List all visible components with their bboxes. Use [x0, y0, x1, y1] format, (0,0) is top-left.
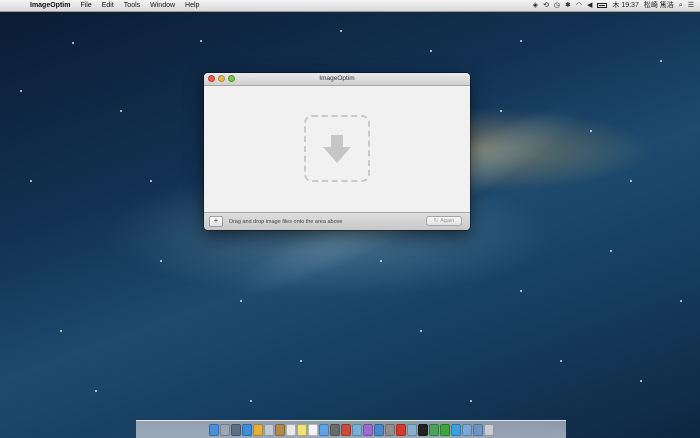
facetime-icon[interactable] [329, 424, 340, 436]
again-button[interactable]: ↻ Again [426, 216, 462, 226]
window-titlebar[interactable]: ImageOptim [204, 73, 470, 86]
dropbox-icon[interactable]: ◈ [533, 0, 538, 11]
drop-hint-text: Drag and drop image files onto the area … [229, 218, 343, 225]
wifi-icon[interactable]: ◠ [576, 0, 582, 11]
menu-file[interactable]: File [75, 2, 96, 9]
star [560, 360, 562, 362]
mission-control-icon[interactable] [230, 424, 241, 436]
star [120, 110, 122, 112]
terminal-icon[interactable] [417, 424, 428, 436]
volume-icon[interactable]: ◀ [587, 0, 592, 11]
star [250, 400, 252, 402]
star [430, 50, 432, 52]
safari-icon[interactable] [241, 424, 252, 436]
menu-edit[interactable]: Edit [97, 2, 119, 9]
messages-icon[interactable] [318, 424, 329, 436]
folder-icon[interactable] [461, 424, 472, 436]
star [500, 110, 502, 112]
refresh-icon: ↻ [433, 218, 439, 224]
zoom-button[interactable] [228, 75, 235, 82]
minimize-button[interactable] [218, 75, 225, 82]
star [680, 300, 682, 302]
imageoptim-window: ImageOptim + Drag and drop image files o… [204, 73, 470, 230]
star [420, 330, 422, 332]
star [30, 180, 32, 182]
window-controls [208, 75, 235, 82]
star [520, 40, 522, 42]
star [590, 130, 592, 132]
menu-bar: ImageOptim File Edit Tools Window Help ◈… [0, 0, 700, 12]
star [200, 40, 202, 42]
user-name[interactable]: 松崎 篤浩 [644, 0, 674, 11]
clock[interactable]: 木 19:37 [612, 0, 638, 11]
again-label: Again [440, 218, 455, 224]
contacts-icon[interactable] [274, 424, 285, 436]
reminders-icon[interactable] [307, 424, 318, 436]
trash-icon[interactable] [483, 424, 494, 436]
itunes-icon[interactable] [362, 424, 373, 436]
iphoto-icon[interactable] [351, 424, 362, 436]
bluetooth-icon[interactable]: ✱ [565, 0, 571, 11]
star [520, 290, 522, 292]
preview-icon[interactable] [406, 424, 417, 436]
star [95, 390, 97, 392]
time-machine-icon[interactable]: ◷ [554, 0, 560, 11]
activity-monitor-icon[interactable] [428, 424, 439, 436]
system-preferences-icon[interactable] [384, 424, 395, 436]
menu-tools[interactable]: Tools [119, 2, 145, 9]
app-store-icon[interactable] [373, 424, 384, 436]
star [72, 42, 74, 44]
star [240, 300, 242, 302]
star [60, 330, 62, 332]
status-area: ◈ ⟲ ◷ ✱ ◠ ◀ 木 19:37 松崎 篤浩 ⌕ ☰ [533, 0, 694, 11]
calendar-icon[interactable] [285, 424, 296, 436]
drop-area[interactable] [204, 86, 470, 213]
star [20, 90, 22, 92]
window-title: ImageOptim [319, 75, 355, 82]
spotlight-search-icon[interactable]: ⌕ [679, 0, 683, 11]
menu-window[interactable]: Window [145, 2, 180, 9]
menu-imageoptim[interactable]: ImageOptim [20, 2, 75, 9]
mail-icon[interactable] [263, 424, 274, 436]
close-button[interactable] [208, 75, 215, 82]
window-footer: + Drag and drop image files onto the are… [204, 212, 470, 230]
star [660, 60, 662, 62]
star [340, 30, 342, 32]
sync-icon[interactable]: ⟲ [543, 0, 549, 11]
add-files-button[interactable]: + [209, 216, 223, 227]
battery-icon[interactable] [597, 3, 608, 8]
launchpad-icon[interactable] [219, 424, 230, 436]
star [160, 260, 162, 262]
drop-target[interactable] [304, 115, 370, 182]
notes-icon[interactable] [296, 424, 307, 436]
star [300, 360, 302, 362]
download-arrow-icon [323, 134, 351, 163]
evernote-icon[interactable] [439, 424, 450, 436]
star [150, 180, 152, 182]
downloads-icon[interactable] [472, 424, 483, 436]
star [470, 400, 472, 402]
notification-center-icon[interactable]: ☰ [688, 0, 694, 11]
star [380, 260, 382, 262]
chrome-icon[interactable] [252, 424, 263, 436]
star [630, 180, 632, 182]
finder-icon[interactable] [208, 424, 219, 436]
dock [136, 420, 566, 438]
star [610, 250, 612, 252]
acrobat-icon[interactable] [395, 424, 406, 436]
photo-booth-icon[interactable] [340, 424, 351, 436]
menu-help[interactable]: Help [180, 2, 204, 9]
twitter-icon[interactable] [450, 424, 461, 436]
star [640, 380, 642, 382]
